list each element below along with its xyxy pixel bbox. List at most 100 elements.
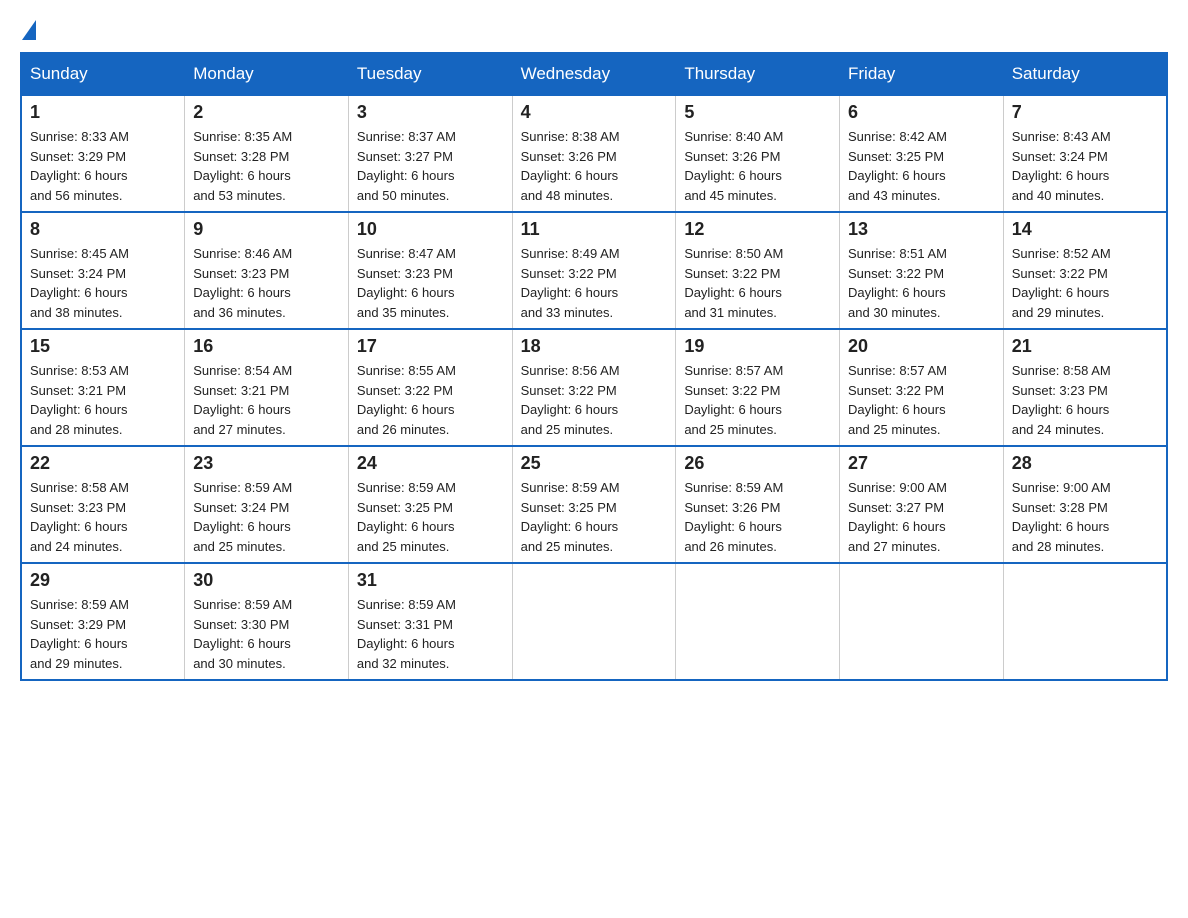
calendar-week-5: 29 Sunrise: 8:59 AMSunset: 3:29 PMDaylig… (21, 563, 1167, 680)
weekday-header-monday: Monday (185, 53, 349, 95)
calendar-cell: 12 Sunrise: 8:50 AMSunset: 3:22 PMDaylig… (676, 212, 840, 329)
calendar-cell: 17 Sunrise: 8:55 AMSunset: 3:22 PMDaylig… (348, 329, 512, 446)
calendar-cell: 3 Sunrise: 8:37 AMSunset: 3:27 PMDayligh… (348, 95, 512, 212)
calendar-table: SundayMondayTuesdayWednesdayThursdayFrid… (20, 52, 1168, 681)
calendar-week-4: 22 Sunrise: 8:58 AMSunset: 3:23 PMDaylig… (21, 446, 1167, 563)
day-info: Sunrise: 8:45 AMSunset: 3:24 PMDaylight:… (30, 244, 176, 322)
day-number: 21 (1012, 336, 1158, 357)
calendar-cell: 26 Sunrise: 8:59 AMSunset: 3:26 PMDaylig… (676, 446, 840, 563)
day-number: 7 (1012, 102, 1158, 123)
calendar-cell: 21 Sunrise: 8:58 AMSunset: 3:23 PMDaylig… (1003, 329, 1167, 446)
weekday-header-row: SundayMondayTuesdayWednesdayThursdayFrid… (21, 53, 1167, 95)
day-info: Sunrise: 8:57 AMSunset: 3:22 PMDaylight:… (848, 361, 995, 439)
calendar-cell: 29 Sunrise: 8:59 AMSunset: 3:29 PMDaylig… (21, 563, 185, 680)
day-number: 22 (30, 453, 176, 474)
day-number: 11 (521, 219, 668, 240)
calendar-cell (1003, 563, 1167, 680)
weekday-header-tuesday: Tuesday (348, 53, 512, 95)
day-info: Sunrise: 8:50 AMSunset: 3:22 PMDaylight:… (684, 244, 831, 322)
weekday-header-thursday: Thursday (676, 53, 840, 95)
day-number: 14 (1012, 219, 1158, 240)
day-info: Sunrise: 8:59 AMSunset: 3:31 PMDaylight:… (357, 595, 504, 673)
day-info: Sunrise: 8:46 AMSunset: 3:23 PMDaylight:… (193, 244, 340, 322)
day-number: 25 (521, 453, 668, 474)
day-info: Sunrise: 8:56 AMSunset: 3:22 PMDaylight:… (521, 361, 668, 439)
day-info: Sunrise: 8:59 AMSunset: 3:30 PMDaylight:… (193, 595, 340, 673)
weekday-header-sunday: Sunday (21, 53, 185, 95)
weekday-header-friday: Friday (840, 53, 1004, 95)
calendar-cell: 14 Sunrise: 8:52 AMSunset: 3:22 PMDaylig… (1003, 212, 1167, 329)
day-number: 19 (684, 336, 831, 357)
day-info: Sunrise: 8:33 AMSunset: 3:29 PMDaylight:… (30, 127, 176, 205)
calendar-cell: 30 Sunrise: 8:59 AMSunset: 3:30 PMDaylig… (185, 563, 349, 680)
day-number: 23 (193, 453, 340, 474)
day-info: Sunrise: 8:42 AMSunset: 3:25 PMDaylight:… (848, 127, 995, 205)
day-number: 5 (684, 102, 831, 123)
day-number: 20 (848, 336, 995, 357)
day-info: Sunrise: 8:52 AMSunset: 3:22 PMDaylight:… (1012, 244, 1158, 322)
day-info: Sunrise: 8:47 AMSunset: 3:23 PMDaylight:… (357, 244, 504, 322)
day-info: Sunrise: 9:00 AMSunset: 3:27 PMDaylight:… (848, 478, 995, 556)
day-info: Sunrise: 8:38 AMSunset: 3:26 PMDaylight:… (521, 127, 668, 205)
calendar-cell (676, 563, 840, 680)
day-number: 2 (193, 102, 340, 123)
page-header (20, 20, 1168, 36)
day-info: Sunrise: 8:54 AMSunset: 3:21 PMDaylight:… (193, 361, 340, 439)
day-info: Sunrise: 8:43 AMSunset: 3:24 PMDaylight:… (1012, 127, 1158, 205)
calendar-week-3: 15 Sunrise: 8:53 AMSunset: 3:21 PMDaylig… (21, 329, 1167, 446)
day-number: 27 (848, 453, 995, 474)
calendar-cell: 4 Sunrise: 8:38 AMSunset: 3:26 PMDayligh… (512, 95, 676, 212)
day-number: 28 (1012, 453, 1158, 474)
calendar-cell: 2 Sunrise: 8:35 AMSunset: 3:28 PMDayligh… (185, 95, 349, 212)
day-number: 30 (193, 570, 340, 591)
day-info: Sunrise: 8:58 AMSunset: 3:23 PMDaylight:… (1012, 361, 1158, 439)
calendar-cell: 15 Sunrise: 8:53 AMSunset: 3:21 PMDaylig… (21, 329, 185, 446)
day-info: Sunrise: 8:51 AMSunset: 3:22 PMDaylight:… (848, 244, 995, 322)
day-info: Sunrise: 8:59 AMSunset: 3:26 PMDaylight:… (684, 478, 831, 556)
day-info: Sunrise: 8:59 AMSunset: 3:24 PMDaylight:… (193, 478, 340, 556)
logo (20, 20, 36, 40)
day-number: 1 (30, 102, 176, 123)
calendar-cell: 7 Sunrise: 8:43 AMSunset: 3:24 PMDayligh… (1003, 95, 1167, 212)
calendar-cell: 8 Sunrise: 8:45 AMSunset: 3:24 PMDayligh… (21, 212, 185, 329)
calendar-cell: 24 Sunrise: 8:59 AMSunset: 3:25 PMDaylig… (348, 446, 512, 563)
day-info: Sunrise: 8:49 AMSunset: 3:22 PMDaylight:… (521, 244, 668, 322)
day-number: 31 (357, 570, 504, 591)
calendar-cell: 16 Sunrise: 8:54 AMSunset: 3:21 PMDaylig… (185, 329, 349, 446)
day-info: Sunrise: 9:00 AMSunset: 3:28 PMDaylight:… (1012, 478, 1158, 556)
day-number: 8 (30, 219, 176, 240)
calendar-cell: 22 Sunrise: 8:58 AMSunset: 3:23 PMDaylig… (21, 446, 185, 563)
calendar-cell: 28 Sunrise: 9:00 AMSunset: 3:28 PMDaylig… (1003, 446, 1167, 563)
calendar-cell: 13 Sunrise: 8:51 AMSunset: 3:22 PMDaylig… (840, 212, 1004, 329)
day-number: 10 (357, 219, 504, 240)
weekday-header-saturday: Saturday (1003, 53, 1167, 95)
calendar-cell: 10 Sunrise: 8:47 AMSunset: 3:23 PMDaylig… (348, 212, 512, 329)
day-number: 18 (521, 336, 668, 357)
calendar-header: SundayMondayTuesdayWednesdayThursdayFrid… (21, 53, 1167, 95)
calendar-cell: 18 Sunrise: 8:56 AMSunset: 3:22 PMDaylig… (512, 329, 676, 446)
day-info: Sunrise: 8:57 AMSunset: 3:22 PMDaylight:… (684, 361, 831, 439)
day-number: 13 (848, 219, 995, 240)
day-info: Sunrise: 8:53 AMSunset: 3:21 PMDaylight:… (30, 361, 176, 439)
day-info: Sunrise: 8:58 AMSunset: 3:23 PMDaylight:… (30, 478, 176, 556)
calendar-cell: 20 Sunrise: 8:57 AMSunset: 3:22 PMDaylig… (840, 329, 1004, 446)
day-number: 17 (357, 336, 504, 357)
day-number: 16 (193, 336, 340, 357)
calendar-week-2: 8 Sunrise: 8:45 AMSunset: 3:24 PMDayligh… (21, 212, 1167, 329)
calendar-cell: 27 Sunrise: 9:00 AMSunset: 3:27 PMDaylig… (840, 446, 1004, 563)
calendar-cell (512, 563, 676, 680)
day-number: 29 (30, 570, 176, 591)
logo-area (20, 20, 36, 36)
calendar-cell: 5 Sunrise: 8:40 AMSunset: 3:26 PMDayligh… (676, 95, 840, 212)
day-info: Sunrise: 8:55 AMSunset: 3:22 PMDaylight:… (357, 361, 504, 439)
weekday-header-wednesday: Wednesday (512, 53, 676, 95)
calendar-cell: 25 Sunrise: 8:59 AMSunset: 3:25 PMDaylig… (512, 446, 676, 563)
day-number: 3 (357, 102, 504, 123)
day-number: 4 (521, 102, 668, 123)
day-number: 12 (684, 219, 831, 240)
calendar-body: 1 Sunrise: 8:33 AMSunset: 3:29 PMDayligh… (21, 95, 1167, 680)
calendar-cell: 6 Sunrise: 8:42 AMSunset: 3:25 PMDayligh… (840, 95, 1004, 212)
day-number: 24 (357, 453, 504, 474)
day-number: 6 (848, 102, 995, 123)
day-number: 15 (30, 336, 176, 357)
